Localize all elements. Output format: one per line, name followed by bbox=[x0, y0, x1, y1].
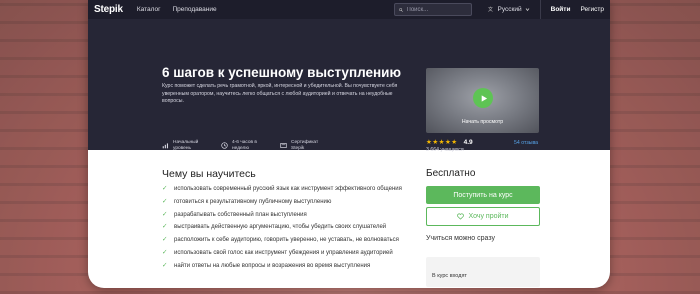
register-button[interactable]: Регистр bbox=[580, 6, 604, 13]
svg-text:文: 文 bbox=[488, 6, 493, 13]
course-title: 6 шагов к успешному выступлению bbox=[162, 65, 401, 80]
check-icon: ✓ bbox=[162, 261, 168, 269]
course-rating: ★★★★★ 4.9 bbox=[426, 138, 473, 147]
learn-item-text: использовать свой голос как инструмент у… bbox=[174, 249, 393, 256]
video-caption: Начать просмотр bbox=[461, 119, 504, 125]
wishlist-button[interactable]: Хочу пройти bbox=[426, 207, 540, 226]
course-description: Курс поможет сделать речь грамотной, ярк… bbox=[162, 83, 398, 105]
learn-item-text: разрабатывать собственный план выступлен… bbox=[174, 211, 307, 218]
level-bars-icon bbox=[162, 143, 169, 149]
play-icon bbox=[481, 94, 487, 102]
learn-item-text: найти ответы на любые вопросы и возражен… bbox=[174, 262, 371, 269]
price-label: Бесплатно bbox=[426, 168, 476, 179]
rating-stars-icon: ★★★★★ bbox=[426, 139, 458, 146]
check-icon: ✓ bbox=[162, 236, 168, 244]
play-button[interactable] bbox=[473, 88, 493, 108]
stepik-logo[interactable]: Stepik bbox=[94, 4, 123, 15]
heart-icon bbox=[457, 213, 465, 220]
search-input[interactable] bbox=[406, 6, 467, 13]
includes-box: В курс входят bbox=[426, 257, 540, 287]
browser-window: Stepik Каталог Преподавание 文 Русский Во… bbox=[88, 0, 610, 288]
learn-list: ✓ использовать современный русский язык к… bbox=[162, 185, 412, 274]
learn-item-text: использовать современный русский язык ка… bbox=[174, 186, 402, 192]
login-button[interactable]: Войти bbox=[551, 6, 571, 13]
learn-item: ✓ готовиться к результативному публичному… bbox=[162, 198, 412, 207]
learn-item: ✓ использовать свой голос как инструмент … bbox=[162, 249, 412, 258]
search-icon bbox=[398, 7, 403, 12]
nav-link-teaching[interactable]: Преподавание bbox=[172, 6, 216, 13]
learn-item: ✓ выстраивать действенную аргументацию, ч… bbox=[162, 223, 412, 232]
nav-link-catalog[interactable]: Каталог bbox=[137, 6, 161, 13]
language-selector[interactable]: 文 Русский bbox=[488, 6, 530, 13]
start-anytime-text: Учиться можно сразу bbox=[426, 235, 495, 242]
certificate-icon bbox=[280, 143, 287, 149]
learn-item: ✓ разрабатывать собственный план выступле… bbox=[162, 211, 412, 220]
check-icon: ✓ bbox=[162, 223, 168, 231]
language-label: Русский bbox=[497, 6, 522, 13]
nav-divider bbox=[539, 0, 541, 19]
rating-value: 4.9 bbox=[463, 138, 473, 146]
check-icon: ✓ bbox=[162, 210, 168, 218]
enroll-panel: Бесплатно Поступить на курс Хочу пройти … bbox=[426, 168, 540, 287]
reviews-link[interactable]: 54 отзыва bbox=[514, 140, 538, 146]
check-icon: ✓ bbox=[162, 185, 168, 192]
chevron-down-icon bbox=[525, 8, 529, 12]
top-nav: Stepik Каталог Преподавание 文 Русский Во… bbox=[88, 0, 610, 19]
learn-item-text: выстраивать действенную аргументацию, чт… bbox=[174, 224, 387, 231]
course-hero: 6 шагов к успешному выступлению Курс пом… bbox=[88, 19, 610, 153]
learn-section-title: Чему вы научитесь bbox=[162, 168, 256, 180]
translate-icon: 文 bbox=[488, 6, 493, 13]
learn-item: ✓ использовать современный русский язык к… bbox=[162, 185, 412, 194]
check-icon: ✓ bbox=[162, 197, 168, 205]
clock-icon bbox=[221, 142, 228, 150]
wishlist-label: Хочу пройти bbox=[468, 213, 509, 220]
enroll-button[interactable]: Поступить на курс bbox=[426, 186, 540, 204]
learn-item-text: готовиться к результативному публичному … bbox=[174, 198, 332, 205]
learn-item: ✓ найти ответы на любые вопросы и возраже… bbox=[162, 262, 412, 271]
search-box[interactable] bbox=[393, 3, 472, 16]
learn-item: ✓ расположить к себе аудиторию, говорить … bbox=[162, 236, 412, 245]
video-preview[interactable]: Начать просмотр bbox=[426, 68, 539, 133]
course-content: Чему вы научитесь ✓ использовать современ… bbox=[88, 150, 610, 288]
includes-label: В курс входят bbox=[432, 273, 467, 279]
check-icon: ✓ bbox=[162, 248, 168, 256]
learn-item-text: расположить к себе аудиторию, говорить у… bbox=[174, 237, 399, 244]
